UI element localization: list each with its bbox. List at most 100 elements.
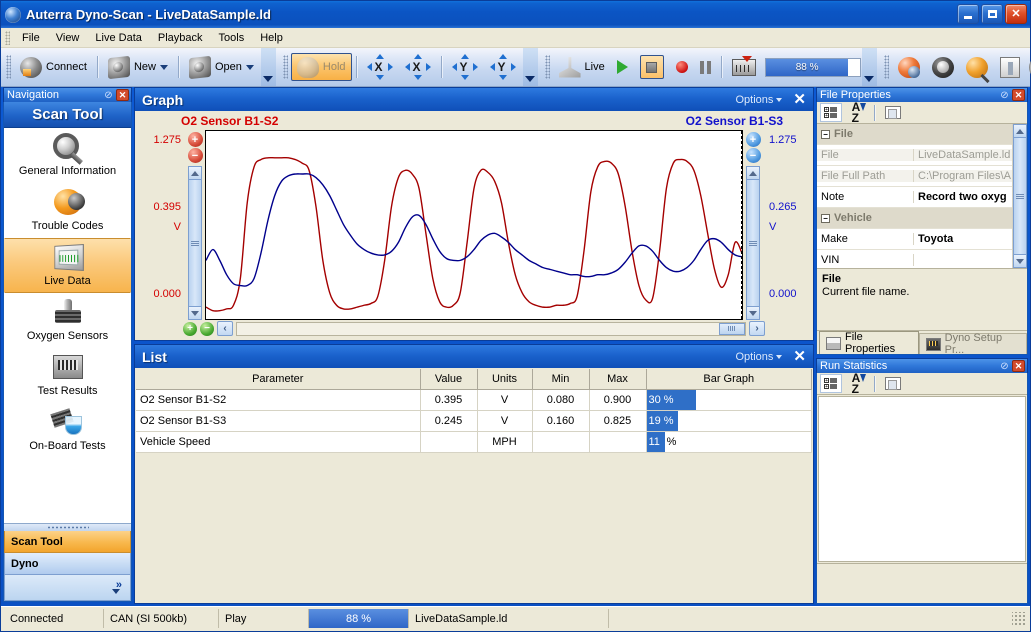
property-value[interactable]: Record two oxyg (914, 191, 1012, 203)
column-bar-graph[interactable]: Bar Graph (646, 369, 812, 389)
settings-button[interactable] (1026, 53, 1031, 81)
property-category-row[interactable]: −File (817, 124, 1012, 145)
right-axis-scrollbar[interactable] (746, 166, 760, 320)
expander-icon[interactable]: − (821, 130, 830, 139)
property-grid[interactable]: −FileFileLiveDataSample.ldFile Full Path… (817, 124, 1027, 268)
scroll-down-icon[interactable] (188, 306, 202, 320)
property-value[interactable]: LiveDataSample.ld (914, 149, 1012, 161)
list-close-button[interactable]: ✕ (790, 349, 809, 364)
toolbar-grip-icon[interactable] (283, 55, 288, 79)
navigation-splitter[interactable] (4, 523, 131, 531)
right-axis-zoom-in-button[interactable]: + (746, 132, 761, 147)
property-row[interactable]: MakeToyota (817, 229, 1012, 250)
scroll-up-icon[interactable] (1013, 124, 1027, 138)
property-value[interactable]: Toyota (914, 233, 1012, 245)
auto-hide-pin-icon[interactable]: ⊘ (998, 360, 1011, 372)
sidebar-item-test-results[interactable]: Test Results (4, 348, 131, 403)
property-pages-button[interactable] (882, 103, 904, 122)
alphabetical-sort-button[interactable]: AZ (845, 103, 867, 122)
categorized-view-button[interactable]: ++ (820, 103, 842, 122)
zoom-y-in-button[interactable]: Y (446, 53, 484, 81)
auto-hide-pin-icon[interactable]: ⊘ (998, 89, 1011, 101)
menu-live-data[interactable]: Live Data (87, 30, 149, 46)
tab-dyno-setup-properties[interactable]: Dyno Setup Pr... (919, 333, 1027, 354)
chevron-down-icon[interactable] (246, 65, 254, 70)
scroll-thumb[interactable] (746, 180, 760, 306)
sidebar-item-on-board-tests[interactable]: On-Board Tests (4, 403, 131, 458)
left-axis-scrollbar[interactable] (188, 166, 202, 320)
time-zoom-out-button[interactable]: − (200, 322, 214, 336)
auto-hide-pin-icon[interactable]: ⊘ (102, 89, 115, 101)
menu-playback[interactable]: Playback (150, 30, 211, 46)
toolbar-grip-icon[interactable] (6, 55, 11, 79)
scroll-up-icon[interactable] (188, 166, 202, 180)
column-value[interactable]: Value (420, 369, 477, 389)
inspect-button[interactable] (960, 53, 994, 81)
sidebar-item-general-information[interactable]: General Information (4, 128, 131, 183)
time-scroll-thumb[interactable] (719, 323, 745, 335)
hold-button[interactable]: Hold (291, 53, 352, 81)
sidebar-item-live-data[interactable]: Live Data (4, 238, 131, 293)
run-statistics-close-icon[interactable]: ✕ (1012, 360, 1025, 372)
playback-progress-bar[interactable]: 88 % (765, 58, 861, 77)
menu-file[interactable]: File (14, 30, 48, 46)
property-row[interactable]: VIN (817, 250, 1012, 268)
zoom-x-out-button[interactable]: X (399, 53, 437, 81)
new-button[interactable]: New (102, 53, 174, 81)
left-axis-zoom-in-button[interactable]: + (188, 132, 203, 147)
table-row[interactable]: Vehicle SpeedMPH11% (136, 431, 812, 452)
table-row[interactable]: O2 Sensor B1-S30.245V0.1600.82519 % (136, 410, 812, 431)
connect-button[interactable]: Connect (14, 53, 93, 81)
maximize-button[interactable] (981, 4, 1003, 24)
pause-button[interactable] (694, 53, 717, 81)
scroll-up-icon[interactable] (746, 166, 760, 180)
time-scroll-right-button[interactable]: › (749, 321, 765, 336)
statistics-categorized-button[interactable]: ++ (820, 374, 842, 393)
time-zoom-in-button[interactable]: + (183, 322, 197, 336)
menu-tools[interactable]: Tools (211, 30, 253, 46)
property-category-row[interactable]: −Vehicle (817, 208, 1012, 229)
expander-icon[interactable]: − (821, 214, 830, 223)
scroll-thumb[interactable] (188, 180, 202, 306)
column-units[interactable]: Units (477, 369, 532, 389)
sidebar-item-oxygen-sensors[interactable]: Oxygen Sensors (4, 293, 131, 348)
scroll-down-icon[interactable] (1013, 254, 1027, 268)
property-row[interactable]: NoteRecord two oxyg (817, 187, 1012, 208)
nav-bar-dyno[interactable]: Dyno (4, 553, 131, 575)
graph-toolbar-overflow[interactable] (523, 48, 538, 86)
play-button[interactable] (611, 53, 634, 81)
property-scrollbar[interactable] (1012, 124, 1027, 268)
dyno-button[interactable] (926, 53, 960, 81)
stop-button[interactable] (634, 53, 670, 81)
menu-view[interactable]: View (48, 30, 88, 46)
playback-position-button[interactable] (726, 53, 762, 81)
graph-options-button[interactable]: Options (736, 94, 783, 106)
resize-grip-icon[interactable] (1012, 612, 1026, 626)
playback-toolbar-overflow[interactable] (862, 48, 877, 86)
scroll-thumb[interactable] (1013, 138, 1027, 254)
tab-file-properties[interactable]: File Properties (819, 331, 919, 354)
list-options-button[interactable]: Options (736, 351, 783, 363)
statistics-pages-button[interactable] (882, 374, 904, 393)
sidebar-item-trouble-codes[interactable]: Trouble Codes (4, 183, 131, 238)
record-button[interactable] (670, 53, 694, 81)
close-button[interactable]: ✕ (1005, 4, 1027, 24)
right-axis-zoom-out-button[interactable]: − (746, 148, 761, 163)
toolbar-grip-icon[interactable] (545, 55, 550, 79)
live-button[interactable]: Live (553, 53, 611, 81)
column-parameter[interactable]: Parameter (136, 369, 420, 389)
file-properties-close-icon[interactable]: ✕ (1012, 89, 1025, 101)
open-button[interactable]: Open (183, 53, 260, 81)
left-axis-zoom-out-button[interactable]: − (188, 148, 203, 163)
column-min[interactable]: Min (532, 369, 589, 389)
property-row[interactable]: File Full PathC:\Program Files\A (817, 166, 1012, 187)
navigation-close-icon[interactable]: ✕ (116, 89, 129, 101)
statistics-sort-button[interactable]: AZ (845, 374, 867, 393)
scroll-down-icon[interactable] (746, 306, 760, 320)
nav-bar-scan-tool[interactable]: Scan Tool (4, 531, 131, 553)
property-row[interactable]: FileLiveDataSample.ld (817, 145, 1012, 166)
zoom-y-out-button[interactable]: Y (484, 53, 522, 81)
column-max[interactable]: Max (589, 369, 646, 389)
minimize-button[interactable] (957, 4, 979, 24)
trouble-codes-button[interactable] (892, 53, 926, 81)
